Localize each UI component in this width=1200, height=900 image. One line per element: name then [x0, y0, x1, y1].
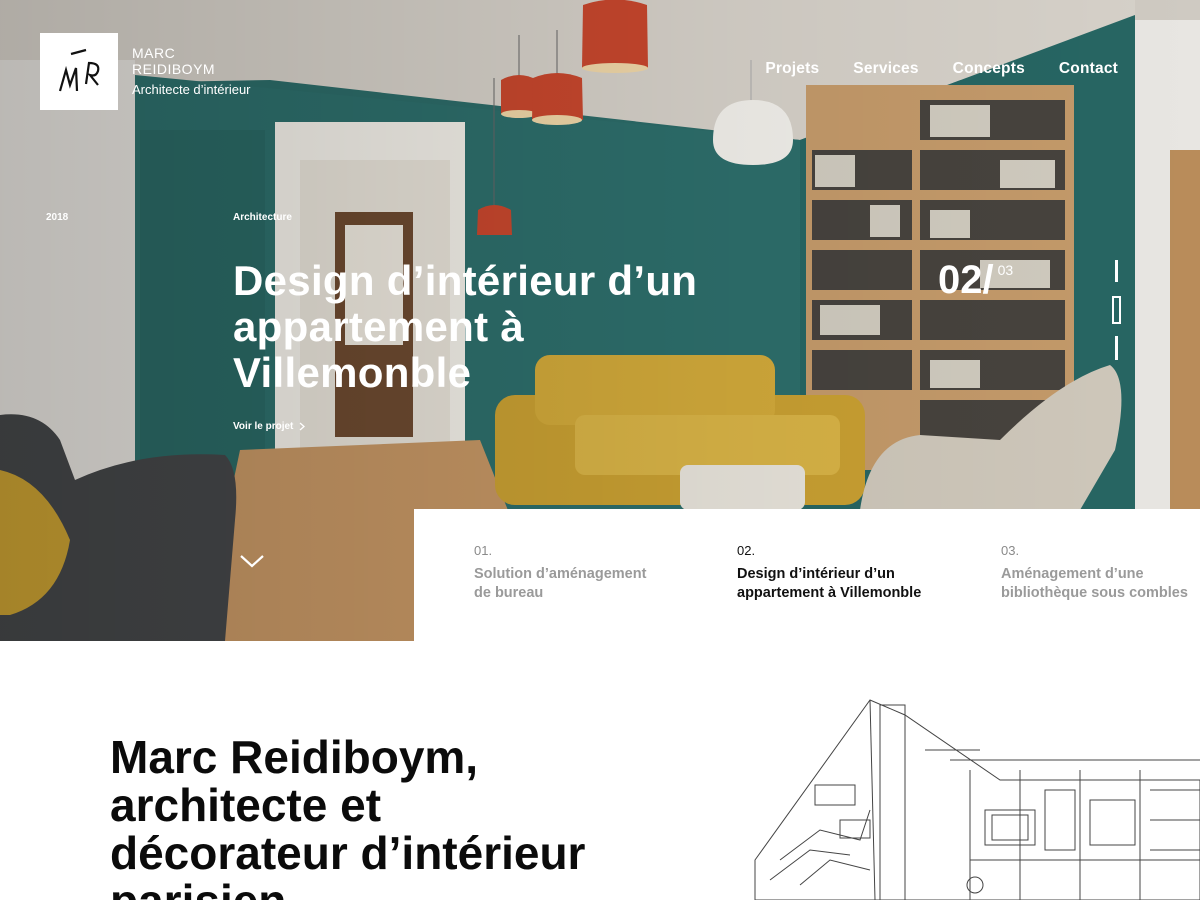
- hero-title: Design d’intérieur d’un appartement à Vi…: [233, 257, 698, 396]
- view-project-label: Voir le projet: [233, 421, 294, 432]
- slide-item-2[interactable]: 02. Design d’intérieur d’un appartement …: [737, 543, 927, 602]
- architectural-sketch: [754, 699, 1200, 900]
- logo-name-line1: Marc: [132, 45, 176, 61]
- project-slides-list: 01. Solution d’aménagement de bureau 02.…: [414, 509, 1200, 641]
- slide-item-number: 01.: [474, 543, 493, 558]
- pager-dot-2-active[interactable]: [1112, 296, 1121, 324]
- view-project-link[interactable]: Voir le projet: [233, 421, 306, 432]
- chevron-right-icon: [299, 422, 306, 431]
- pager-dot-3[interactable]: [1115, 336, 1118, 360]
- slide-item-title: Solution d’aménagement de bureau: [474, 566, 647, 601]
- pager-dot-1[interactable]: [1115, 260, 1118, 282]
- nav-projets[interactable]: Projets: [765, 60, 819, 78]
- slide-item-1[interactable]: 01. Solution d’aménagement de bureau: [474, 543, 664, 602]
- slide-counter-total: 03: [997, 262, 1014, 278]
- project-category: Architecture: [233, 212, 292, 223]
- slide-counter: 02/ 03: [938, 258, 1013, 302]
- slide-item-number: 03.: [1001, 543, 1020, 558]
- nav-services[interactable]: Services: [853, 60, 918, 78]
- slide-item-title: Design d’intérieur d’un appartement à Vi…: [737, 566, 922, 601]
- logo-role: Architecte d’intérieur: [132, 82, 251, 97]
- slide-item-title: Aménagement d’une bibliothèque sous comb…: [1001, 566, 1188, 601]
- main-nav: Projets Services Concepts Contact: [765, 60, 1118, 78]
- nav-contact[interactable]: Contact: [1059, 60, 1118, 78]
- slide-item-number: 02.: [737, 543, 756, 558]
- slide-counter-current: 02/: [938, 258, 994, 302]
- slide-pager: [1111, 260, 1123, 360]
- about-heading: Marc Reidiboym, architecte et décorateur…: [110, 731, 586, 900]
- nav-concepts[interactable]: Concepts: [953, 60, 1025, 78]
- site-logo[interactable]: Marc Reidiboym Architecte d’intérieur: [40, 33, 251, 110]
- logo-mark: [40, 33, 118, 110]
- mr-monogram-icon: [58, 48, 100, 92]
- logo-name-line2: Reidiboym: [132, 61, 216, 77]
- project-year: 2018: [46, 212, 69, 223]
- chevron-down-icon[interactable]: [238, 551, 266, 571]
- slide-item-3[interactable]: 03. Aménagement d’une bibliothèque sous …: [1001, 543, 1191, 602]
